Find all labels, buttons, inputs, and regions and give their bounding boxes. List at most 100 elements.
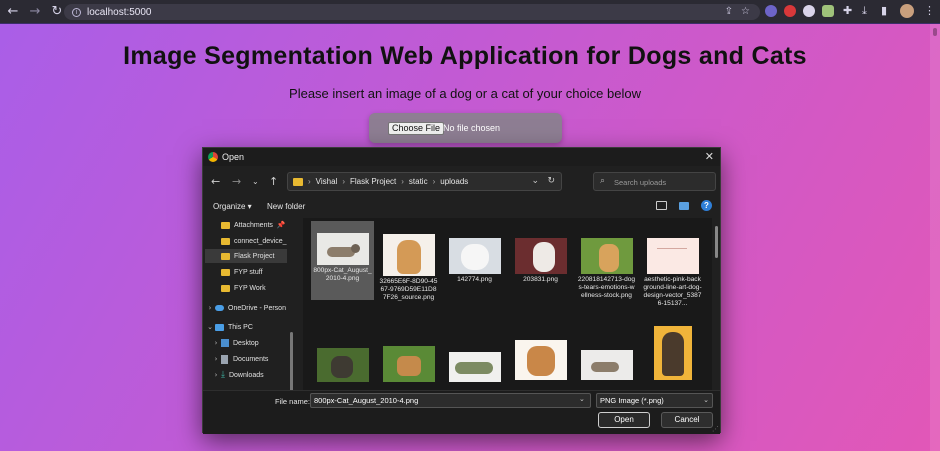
nav-item-downloads[interactable]: › ⤓ Downloads (211, 368, 264, 382)
nav-item-connect-device[interactable]: connect_device_ (221, 234, 287, 248)
extensions-puzzle-icon[interactable]: ✚ (843, 4, 852, 17)
extension-icon[interactable] (822, 5, 834, 17)
back-icon[interactable]: ← (4, 4, 22, 19)
chevron-right-icon[interactable]: › (211, 355, 221, 363)
file-name: 32665E6F-8D90-4567-9769D59E11D87F26_sour… (379, 278, 438, 301)
nav-item-attachments[interactable]: Attachments 📌 (221, 218, 286, 232)
file-tile[interactable] (311, 322, 374, 382)
file-thumbnail (316, 233, 369, 265)
file-name: 142774.png (457, 276, 492, 283)
nav-item-desktop[interactable]: › Desktop (211, 336, 259, 350)
new-folder-button[interactable]: New folder (267, 202, 305, 211)
preview-pane-icon[interactable] (679, 201, 689, 210)
upload-form: Choose File No file chosen (369, 113, 562, 143)
file-status-text: No file chosen (443, 123, 501, 133)
file-type-select[interactable]: PNG Image (*.png) ⌄ (596, 393, 713, 408)
nav-item-fyp-work[interactable]: FYP Work (221, 281, 266, 295)
file-tile[interactable]: 800px-Cat_August_2010-4.png (311, 221, 374, 300)
back-icon[interactable]: ← (211, 175, 220, 188)
organize-button[interactable]: Organize ▾ (213, 202, 252, 211)
file-thumbnail (653, 326, 692, 380)
file-tile[interactable] (443, 322, 506, 382)
close-icon[interactable]: ✕ (705, 150, 714, 163)
extension-icon[interactable] (803, 5, 815, 17)
nav-item-fyp-stuff[interactable]: FYP stuff (221, 265, 263, 279)
choose-file-button[interactable]: Choose File (388, 122, 445, 135)
nav-item-documents[interactable]: › Documents (211, 352, 268, 366)
nav-item-label: OneDrive - Person (228, 304, 286, 312)
cancel-button[interactable]: Cancel (661, 412, 713, 428)
file-name-label: File name: (275, 397, 311, 406)
breadcrumb[interactable]: › Vishal › Flask Project › static › uplo… (287, 172, 562, 191)
folder-icon (293, 178, 303, 186)
dialog-footer: File name: 800px-Cat_August_2010-4.png ⌄… (203, 390, 720, 434)
site-info-icon[interactable]: i (72, 7, 81, 17)
side-panel-icon[interactable]: ▮ (881, 4, 887, 17)
breadcrumb-item[interactable]: static (409, 177, 428, 186)
breadcrumb-item[interactable]: uploads (440, 177, 468, 186)
folder-icon (221, 221, 230, 229)
chevron-right-icon[interactable]: › (211, 371, 221, 379)
download-icon: ⤓ (221, 370, 225, 380)
nav-item-flask-project[interactable]: Flask Project (205, 249, 287, 263)
page-scrollbar[interactable] (930, 24, 940, 451)
address-bar[interactable]: i localhost:5000 ⇪ ☆ (64, 4, 760, 20)
file-tile[interactable] (641, 322, 704, 380)
dialog-address-row: ← → ⌄ ↑ › Vishal › Flask Project › stati… (203, 170, 720, 194)
extension-icon[interactable] (784, 5, 796, 17)
file-tile[interactable]: 142774.png (443, 221, 506, 284)
download-icon[interactable]: ⤓ (862, 4, 867, 18)
file-tile[interactable]: 220818142713-dogs-tears-emotions-wellnes… (575, 221, 638, 300)
command-bar: Organize ▾ New folder ? (203, 198, 720, 216)
nav-item-label: This PC (228, 323, 253, 331)
file-name: 203831.png (523, 276, 558, 283)
nav-item-label: FYP Work (234, 284, 266, 292)
chevron-down-icon[interactable]: ⌄ (531, 176, 539, 186)
bookmark-star-icon[interactable]: ☆ (741, 6, 750, 17)
share-icon[interactable]: ⇪ (725, 6, 733, 17)
chevron-down-icon[interactable]: ⌄ (205, 323, 215, 331)
file-thumbnail (646, 238, 699, 274)
recent-locations-icon[interactable]: ⌄ (252, 177, 259, 186)
breadcrumb-item[interactable]: Vishal (316, 177, 338, 186)
file-type-value: PNG Image (*.png) (600, 396, 664, 405)
profile-avatar[interactable] (900, 4, 914, 18)
open-button[interactable]: Open (598, 412, 650, 428)
file-thumbnail (514, 238, 567, 274)
file-grid-scrollbar[interactable] (715, 226, 718, 258)
nav-item-label: Desktop (233, 339, 259, 347)
nav-item-onedrive[interactable]: › OneDrive - Person (205, 301, 286, 315)
file-tile[interactable] (377, 322, 440, 382)
resize-grip-icon[interactable]: ⋰ (712, 425, 719, 433)
chevron-right-icon[interactable]: › (211, 339, 221, 347)
file-tile[interactable]: aesthetic-pink-background-line-art-dog-d… (641, 221, 704, 308)
file-tile[interactable]: 32665E6F-8D90-4567-9769D59E11D87F26_sour… (377, 221, 440, 302)
forward-icon[interactable]: → (232, 175, 241, 188)
up-folder-icon[interactable]: ↑ (269, 175, 278, 188)
file-name: aesthetic-pink-background-line-art-dog-d… (643, 276, 702, 307)
nav-item-this-pc[interactable]: ⌄ This PC (205, 320, 253, 334)
documents-icon (221, 354, 228, 364)
chevron-down-icon[interactable]: ⌄ (579, 395, 585, 403)
forward-icon[interactable]: → (26, 4, 44, 19)
file-thumbnail (580, 350, 633, 380)
breadcrumb-item[interactable]: Flask Project (350, 177, 396, 186)
file-tile[interactable]: 203831.png (509, 221, 572, 284)
extension-icon[interactable] (765, 5, 777, 17)
help-icon[interactable]: ? (701, 200, 712, 211)
file-thumbnail (514, 340, 567, 380)
chevron-right-icon[interactable]: › (205, 304, 215, 312)
refresh-icon[interactable]: ↻ (547, 176, 555, 186)
open-file-dialog: Open ✕ ← → ⌄ ↑ › Vishal › Flask Project … (202, 147, 721, 434)
dialog-titlebar: Open ✕ (203, 148, 720, 166)
file-tile[interactable] (509, 322, 572, 380)
page-subtitle: Please insert an image of a dog or a cat… (289, 86, 641, 101)
file-thumbnail (316, 348, 369, 382)
search-input[interactable] (614, 176, 712, 188)
file-tile[interactable] (575, 322, 638, 380)
menu-kebab-icon[interactable]: ⋮ (924, 4, 935, 17)
pin-icon: 📌 (276, 221, 286, 229)
change-view-icon[interactable] (656, 201, 667, 210)
file-name-field[interactable]: 800px-Cat_August_2010-4.png (310, 393, 591, 408)
search-box[interactable]: ⌕ (593, 172, 716, 191)
